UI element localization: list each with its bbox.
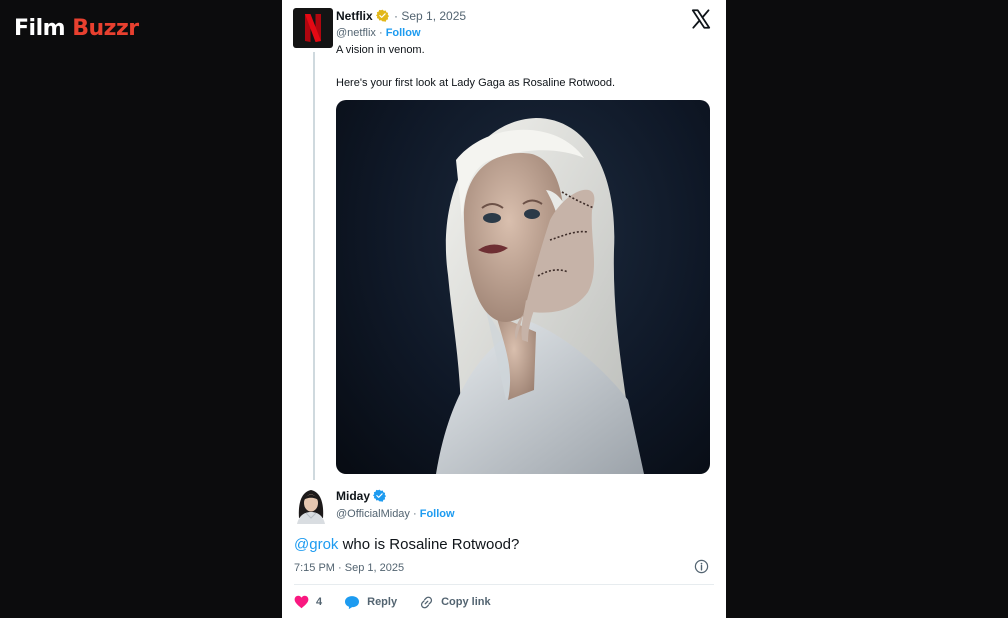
author-name[interactable]: Netflix — [336, 9, 373, 23]
reply-timestamp[interactable]: 7:15 PM · Sep 1, 2025 — [294, 561, 404, 575]
reply-body: who is Rosaline Rotwood? — [338, 536, 520, 553]
copy-link-label: Copy link — [441, 596, 491, 608]
tweet-photo[interactable] — [336, 100, 710, 474]
netflix-logo-icon — [305, 14, 321, 42]
divider — [294, 584, 714, 585]
portrait-image — [436, 118, 644, 474]
heart-icon — [294, 595, 309, 609]
thread-line — [313, 52, 315, 480]
reply-button[interactable]: Reply — [344, 595, 397, 610]
reply-author-name[interactable]: Miday — [336, 489, 370, 503]
verified-gold-badge-icon — [375, 9, 389, 22]
x-logo-icon[interactable] — [690, 8, 712, 30]
info-icon[interactable] — [694, 559, 709, 574]
reply-handle-line: @OfficialMiday · Follow — [336, 508, 455, 520]
like-button[interactable]: 4 — [294, 595, 322, 609]
embedded-tweet-card: Netflix · Sep 1, 2025 @netflix · Follow … — [282, 0, 726, 618]
reply-bubble-icon — [345, 595, 360, 609]
reply-author-line: Miday — [336, 489, 388, 504]
filmbuzzr-logo: Film Buzzr — [14, 16, 139, 41]
logo-word-buzzr: Buzzr — [72, 16, 139, 41]
grok-mention-link[interactable]: @grok — [294, 536, 338, 553]
tweet-author-line: Netflix · Sep 1, 2025 — [336, 9, 467, 23]
reply-author-handle[interactable]: @OfficialMiday — [336, 508, 410, 520]
action-bar: 4 Reply Copy link — [294, 594, 513, 610]
tweet-line-2: Here's your first look at Lady Gaga as R… — [336, 77, 616, 89]
tweet-line-1: A vision in venom. — [336, 44, 425, 56]
reply-label: Reply — [367, 596, 398, 608]
verified-blue-badge-icon — [373, 489, 387, 502]
follow-link[interactable]: Follow — [386, 27, 421, 39]
copy-link-button[interactable]: Copy link — [419, 595, 491, 610]
tweet-handle-line: @netflix · Follow — [336, 27, 421, 39]
miday-avatar[interactable] — [294, 484, 328, 524]
netflix-avatar[interactable] — [293, 8, 333, 48]
author-handle[interactable]: @netflix — [336, 27, 376, 39]
reply-follow-link[interactable]: Follow — [420, 508, 455, 520]
logo-word-film: Film — [14, 16, 66, 41]
reply-text: @grok who is Rosaline Rotwood? — [294, 535, 519, 554]
tweet-date[interactable]: Sep 1, 2025 — [401, 9, 466, 23]
link-icon — [421, 596, 433, 608]
like-count: 4 — [316, 596, 323, 608]
